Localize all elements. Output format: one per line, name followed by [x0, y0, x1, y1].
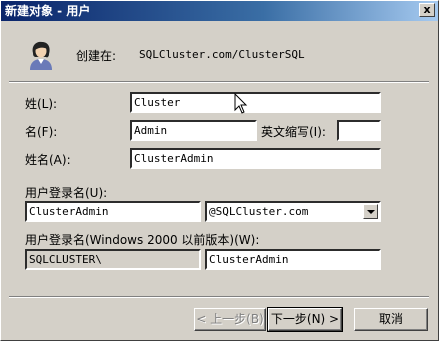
full-name-field[interactable]: ClusterAdmin: [130, 148, 381, 169]
first-name-label: 名(F):: [25, 125, 58, 139]
upn-suffix-value: @SQLCluster.com: [209, 205, 309, 218]
new-user-dialog: 新建对象 - 用户 x 创建在: SQLCluster.com/ClusterS…: [0, 0, 439, 341]
create-in-label: 创建在:: [76, 49, 117, 63]
mouse-cursor-icon: [234, 93, 248, 114]
initials-label: 英文缩写(I):: [261, 125, 326, 139]
full-name-label: 姓名(A):: [25, 153, 71, 167]
separator: [9, 81, 429, 83]
last-name-label: 姓(L):: [25, 97, 58, 111]
window-title: 新建对象 - 用户: [5, 4, 91, 18]
chevron-down-icon[interactable]: [363, 204, 378, 219]
create-in-path: SQLCluster.com/ClusterSQL: [139, 48, 305, 61]
cancel-button[interactable]: 取消: [354, 308, 428, 331]
close-icon[interactable]: x: [419, 3, 435, 17]
pre2000-domain-field: SQLCLUSTER\: [25, 249, 201, 270]
last-name-field[interactable]: Cluster: [130, 92, 381, 113]
back-button[interactable]: < 上一步(B): [194, 308, 266, 331]
upn-suffix-select[interactable]: @SQLCluster.com: [205, 201, 381, 222]
separator: [9, 296, 429, 298]
logon-name-label: 用户登录名(U):: [25, 186, 108, 200]
initials-field[interactable]: [337, 120, 381, 141]
user-icon: [30, 41, 52, 70]
next-button[interactable]: 下一步(N) >: [267, 307, 343, 332]
pre2000-logon-label: 用户登录名(Windows 2000 以前版本)(W):: [25, 233, 260, 247]
title-bar: 新建对象 - 用户 x: [1, 1, 438, 21]
pre2000-logon-field[interactable]: ClusterAdmin: [205, 249, 381, 270]
logon-name-field[interactable]: ClusterAdmin: [25, 201, 201, 222]
first-name-field[interactable]: Admin: [130, 120, 257, 141]
